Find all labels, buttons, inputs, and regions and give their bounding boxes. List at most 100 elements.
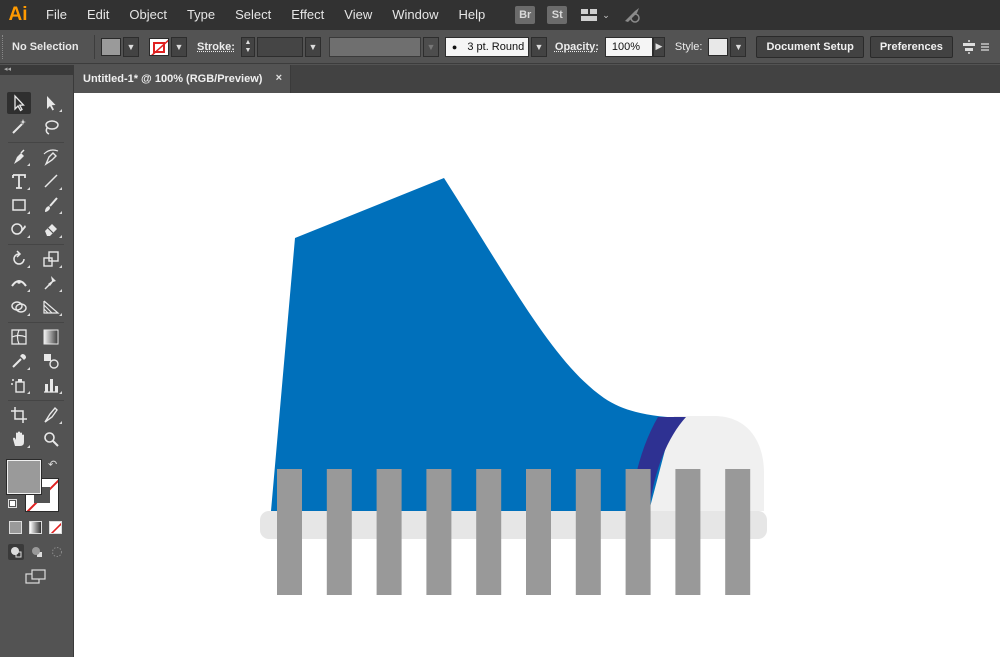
pen-tool[interactable]: [7, 146, 31, 168]
line-segment-tool[interactable]: [39, 170, 63, 192]
swap-fill-stroke-icon[interactable]: ↶: [48, 458, 57, 471]
rotate-tool[interactable]: [7, 248, 31, 270]
width-tool[interactable]: [7, 272, 31, 294]
fence-slat[interactable]: [575, 469, 601, 595]
chevron-down-icon: ▼: [174, 41, 184, 52]
menu-help[interactable]: Help: [448, 0, 495, 30]
stroke-label[interactable]: Stroke:: [197, 41, 235, 53]
rectangle-tool[interactable]: [7, 194, 31, 216]
divider: [8, 142, 64, 143]
gradient-mode-button[interactable]: [29, 521, 42, 534]
align-icon: [962, 39, 975, 54]
align-options-button[interactable]: [961, 39, 990, 55]
brush-definition-field[interactable]: ● 3 pt. Round: [444, 36, 529, 57]
arrow-down-icon: ▼: [244, 46, 252, 54]
blend-tool[interactable]: [39, 350, 63, 372]
perspective-grid-tool[interactable]: [39, 296, 63, 318]
mesh-tool[interactable]: [7, 326, 31, 348]
menu-object[interactable]: Object: [119, 0, 177, 30]
fill-swatch[interactable]: [101, 37, 121, 56]
document-tab[interactable]: Untitled-1* @ 100% (RGB/Preview) ×: [74, 65, 291, 93]
shape-builder-tool[interactable]: [7, 296, 31, 318]
arrow-up-icon: ▲: [244, 38, 252, 46]
none-mode-button[interactable]: [49, 521, 62, 534]
stroke-weight-stepper[interactable]: ▲ ▼: [240, 36, 255, 57]
arrange-documents-button[interactable]: ⌄: [581, 8, 610, 22]
menu-type[interactable]: Type: [177, 0, 225, 30]
curvature-tool[interactable]: [39, 146, 63, 168]
draw-behind-button[interactable]: [29, 544, 45, 560]
opacity-field[interactable]: 100%: [604, 36, 653, 57]
brush-dropdown[interactable]: ▼: [530, 36, 547, 57]
default-colors-icon[interactable]: [8, 499, 17, 508]
eyedropper-tool[interactable]: [7, 350, 31, 372]
fence-slat[interactable]: [725, 469, 751, 595]
fence-slat[interactable]: [625, 469, 651, 595]
fence-slat[interactable]: [476, 469, 502, 595]
hand-tool[interactable]: [7, 428, 31, 450]
gradient-icon: [43, 329, 59, 345]
fence-slat[interactable]: [675, 469, 701, 595]
color-mode-button[interactable]: [9, 521, 22, 534]
menu-select[interactable]: Select: [225, 0, 281, 30]
artboard-canvas[interactable]: [74, 93, 1000, 657]
artboard-tool[interactable]: [7, 404, 31, 426]
chevron-down-icon: ▼: [426, 41, 436, 52]
stroke-swatch[interactable]: [149, 37, 169, 56]
graphic-style-swatch[interactable]: [708, 37, 729, 56]
width-icon: [11, 280, 27, 287]
document-setup-button[interactable]: Document Setup: [756, 35, 864, 58]
lasso-tool[interactable]: [39, 116, 63, 138]
fence-slat[interactable]: [526, 469, 551, 595]
shaper-tool[interactable]: [7, 218, 31, 240]
opacity-slider-button[interactable]: ▶: [652, 36, 665, 57]
opacity-label[interactable]: Opacity:: [555, 41, 599, 53]
variable-width-profile[interactable]: [328, 36, 421, 57]
scale-tool[interactable]: [39, 248, 63, 270]
menu-view[interactable]: View: [334, 0, 382, 30]
selection-tool[interactable]: [7, 92, 31, 114]
artboard-icon: [11, 407, 27, 423]
type-tool[interactable]: [7, 170, 31, 192]
menu-file[interactable]: File: [36, 0, 77, 30]
stroke-dropdown[interactable]: ▼: [171, 36, 187, 57]
fence-slat[interactable]: [426, 469, 452, 595]
menu-window[interactable]: Window: [382, 0, 448, 30]
screen-mode-button[interactable]: [24, 568, 48, 586]
illustrator-logo: Ai: [8, 4, 28, 25]
bridge-button[interactable]: Br: [515, 6, 536, 24]
slice-tool[interactable]: [39, 404, 63, 426]
fill-color-front[interactable]: [7, 460, 41, 494]
close-icon[interactable]: ×: [276, 72, 282, 84]
stock-button[interactable]: St: [547, 6, 568, 24]
symbol-sprayer-tool[interactable]: [7, 374, 31, 396]
variable-width-dropdown[interactable]: ▼: [422, 36, 439, 57]
tools-panel-header[interactable]: ◂◂: [0, 65, 74, 75]
graphic-style-dropdown[interactable]: ▼: [730, 36, 747, 57]
draw-normal-button[interactable]: [8, 544, 24, 560]
draw-inside-button[interactable]: [49, 544, 65, 560]
chevron-down-icon: ⌄: [602, 9, 610, 20]
menu-edit[interactable]: Edit: [77, 0, 119, 30]
menu-effect[interactable]: Effect: [281, 0, 334, 30]
fence-slat[interactable]: [277, 469, 302, 595]
shoe-upper[interactable]: [271, 178, 686, 511]
eraser-tool[interactable]: [39, 218, 63, 240]
gradient-tool[interactable]: [39, 326, 63, 348]
paintbrush-tool[interactable]: [39, 194, 63, 216]
direct-selection-tool[interactable]: [39, 92, 63, 114]
fence-slat[interactable]: [326, 469, 352, 595]
magic-wand-tool[interactable]: [7, 116, 31, 138]
zoom-tool[interactable]: [39, 428, 63, 450]
fence-slat[interactable]: [376, 469, 402, 595]
stroke-weight-field[interactable]: [256, 36, 303, 57]
draw-inside-icon: [52, 547, 62, 557]
column-graph-tool[interactable]: [39, 374, 63, 396]
preferences-button[interactable]: Preferences: [869, 35, 953, 58]
stroke-weight-dropdown[interactable]: ▼: [304, 36, 321, 57]
panel-menu-icon: [980, 42, 989, 51]
puppet-warp-tool[interactable]: [39, 272, 63, 294]
fill-dropdown[interactable]: ▼: [123, 36, 139, 57]
magic-wand-icon: [12, 119, 26, 134]
gpu-performance-button[interactable]: [622, 6, 642, 24]
